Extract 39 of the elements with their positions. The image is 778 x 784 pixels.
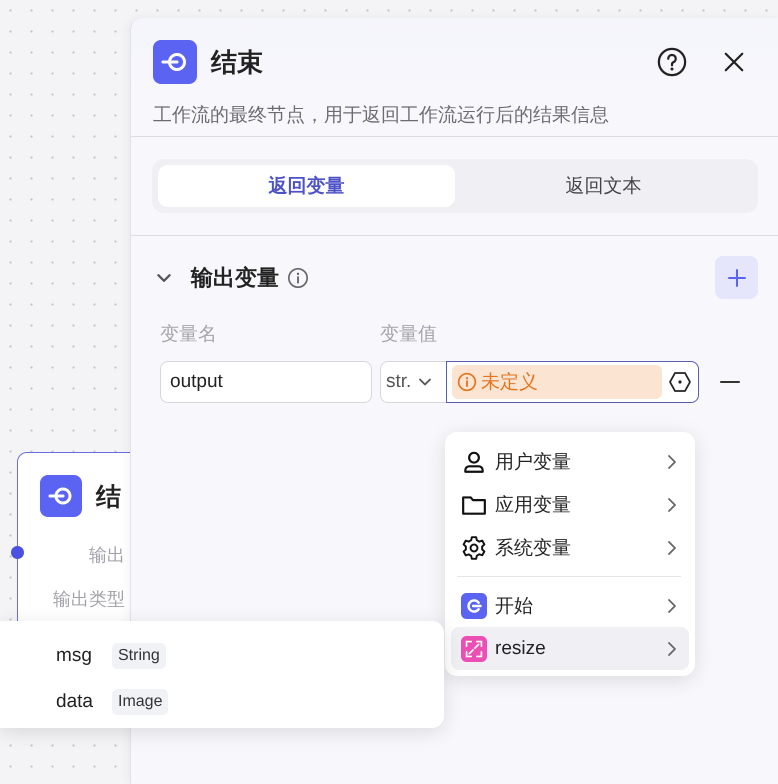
column-label: 变量值 bbox=[380, 323, 437, 347]
type-dropdown[interactable]: str. bbox=[380, 361, 446, 403]
input-field[interactable]: output bbox=[160, 361, 372, 403]
info-icon bbox=[457, 372, 477, 392]
menu-item[interactable]: 应用变量 bbox=[451, 483, 689, 526]
node-label: 输出 bbox=[88, 544, 125, 567]
help-icon[interactable] bbox=[657, 47, 687, 77]
node-label: 输出类型 bbox=[52, 588, 125, 611]
node-title: 结 bbox=[96, 482, 121, 512]
info-icon[interactable] bbox=[287, 266, 309, 288]
close-icon[interactable] bbox=[723, 51, 745, 73]
menu-item[interactable]: 开始 bbox=[451, 584, 689, 627]
plus-icon bbox=[726, 268, 746, 288]
output-name[interactable]: msg bbox=[56, 645, 98, 667]
menu-item[interactable]: 用户变量 bbox=[451, 440, 689, 483]
chevron-right-icon bbox=[667, 454, 677, 470]
panel-description: 工作流的最终节点，用于返回工作流运行后的结果信息 bbox=[153, 104, 610, 128]
menu-item[interactable]: 系统变量 bbox=[451, 526, 689, 569]
tab[interactable]: 返回文本 bbox=[455, 165, 752, 207]
panel-title: 结束 bbox=[211, 46, 264, 78]
chevron-right-icon bbox=[667, 496, 677, 512]
menu-item[interactable]: resize bbox=[451, 627, 689, 670]
chevron-right-icon bbox=[667, 598, 677, 614]
end-node-icon bbox=[40, 475, 82, 517]
node-port[interactable] bbox=[11, 546, 24, 559]
type-tag: Image bbox=[112, 689, 168, 715]
section-title: 输出变量 bbox=[191, 264, 279, 292]
tab[interactable]: 返回变量 bbox=[158, 165, 455, 207]
end-node-icon bbox=[153, 40, 197, 84]
variable-icon[interactable] bbox=[668, 370, 692, 394]
settings-icon bbox=[461, 534, 487, 560]
chevron-right-icon bbox=[667, 540, 677, 556]
remove-icon[interactable] bbox=[720, 380, 740, 384]
chevron-right-icon bbox=[667, 640, 677, 656]
value-text: 未定义 bbox=[481, 371, 538, 395]
add-button[interactable] bbox=[715, 256, 758, 299]
type-tag: String bbox=[112, 643, 166, 669]
column-label: 变量名 bbox=[160, 323, 218, 347]
output-name[interactable]: data bbox=[56, 691, 98, 713]
